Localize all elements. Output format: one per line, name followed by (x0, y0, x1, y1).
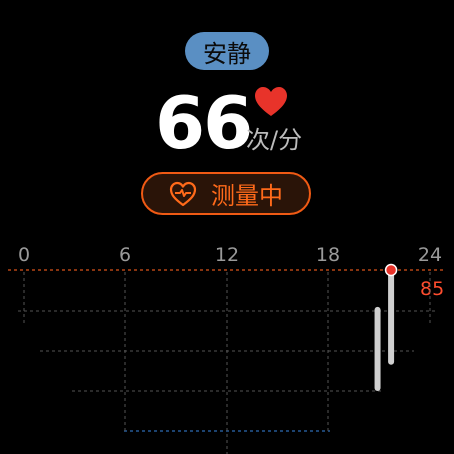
bars-group (374, 263, 398, 391)
heart-rate-chart (8, 263, 446, 454)
hr-range-bar (374, 306, 381, 391)
max-point-marker (384, 263, 398, 277)
hr-range-bar (388, 270, 395, 365)
